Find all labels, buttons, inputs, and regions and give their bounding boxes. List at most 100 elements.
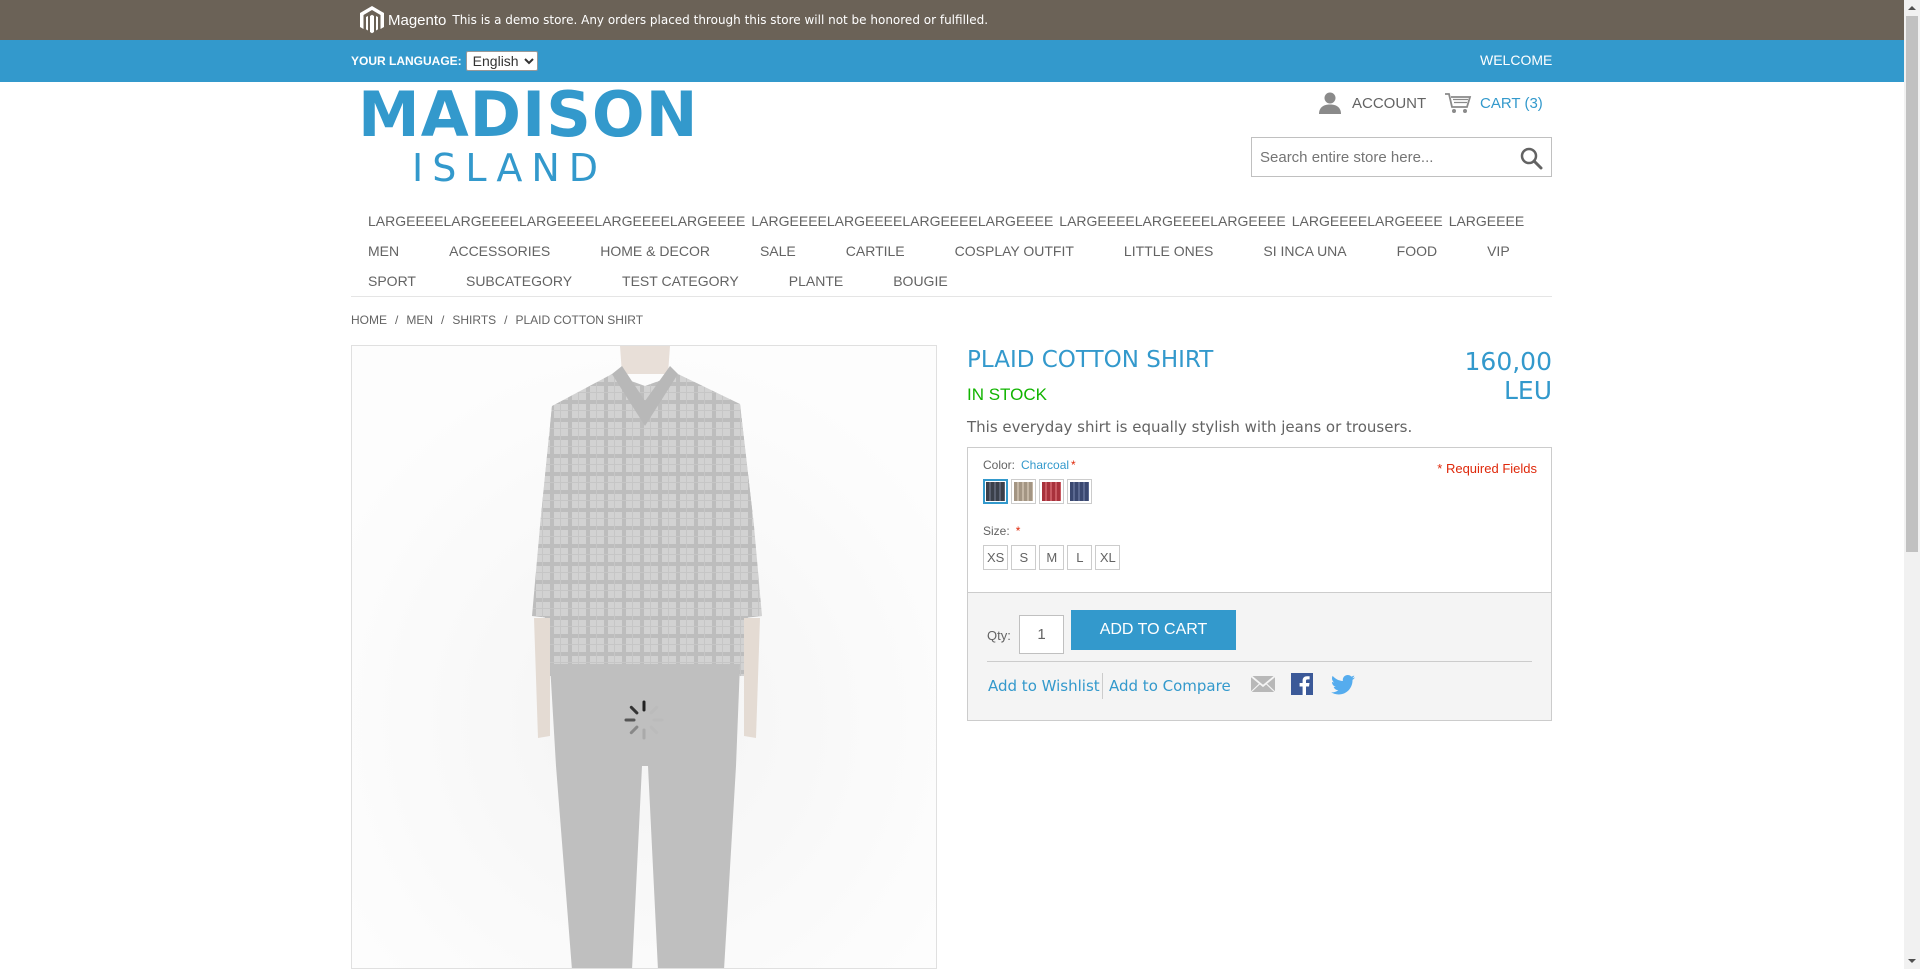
swatch-blue[interactable] [1067, 479, 1092, 504]
cart-link[interactable]: CART (3) [1444, 92, 1543, 114]
logo-line-2: ISLAND [412, 146, 608, 190]
nav-item-accessories[interactable]: ACCESSORIES [449, 243, 550, 259]
nav-item-largeeee-2[interactable]: LARGEEEELARGEEEELARGEEEELARGEEEE [751, 213, 1053, 229]
add-to-cart-button[interactable]: ADD TO CART [1071, 610, 1236, 650]
size-l[interactable]: L [1067, 545, 1093, 570]
short-description: This everyday shirt is equally stylish w… [967, 418, 1413, 436]
color-label: Color: [983, 458, 1016, 472]
breadcrumb-home[interactable]: HOME [351, 313, 387, 327]
swatch-red[interactable] [1039, 479, 1064, 504]
nav-item-food[interactable]: FOOD [1397, 243, 1437, 259]
nav-item-largeeee-1[interactable]: LARGEEEELARGEEEELARGEEEELARGEEEELARGEEEE [368, 213, 745, 229]
loading-spinner-icon [624, 700, 664, 740]
breadcrumb-shirts[interactable]: SHIRTS [452, 313, 496, 327]
nav-row-2: MEN ACCESSORIES HOME & DECOR SALE CARTIL… [368, 236, 1552, 266]
nav-item-test-category[interactable]: TEST CATEGORY [622, 273, 739, 289]
size-xl[interactable]: XL [1095, 545, 1121, 570]
product-options: * Required Fields Color: Charcoal * Size: *… [967, 447, 1552, 721]
nav-item-si-inca-una[interactable]: SI INCA UNA [1263, 243, 1346, 259]
search-box [1251, 137, 1552, 177]
nav-item-cosplay-outfit[interactable]: COSPLAY OUTFIT [955, 243, 1074, 259]
breadcrumb: HOME / MEN / SHIRTS / PLAID COTTON SHIRT [351, 313, 643, 327]
nav-item-largeeee-4[interactable]: LARGEEEELARGEEEE [1292, 213, 1443, 229]
scroll-up-arrow-icon[interactable] [1904, 0, 1920, 16]
qty-label: Qty: [987, 628, 1011, 643]
magento-brand-text: Magento [388, 11, 447, 29]
twitter-icon[interactable] [1331, 675, 1355, 695]
swatch-charcoal[interactable] [983, 479, 1008, 504]
action-divider [987, 661, 1532, 662]
email-icon[interactable] [1250, 674, 1276, 694]
swatch-fill [1014, 482, 1033, 501]
swatch-fill [1070, 482, 1089, 501]
facebook-icon[interactable] [1291, 673, 1313, 695]
nav-item-little-ones[interactable]: LITTLE ONES [1124, 243, 1213, 259]
cart-icon [1445, 93, 1472, 113]
logo-line-1: MADISON [358, 78, 699, 151]
add-to-wishlist-link[interactable]: Add to Wishlist [988, 677, 1100, 695]
product-photo [352, 346, 936, 968]
product-image[interactable] [351, 345, 937, 969]
add-to-cart-box: Qty: ADD TO CART Add to Wishlist Add to … [968, 592, 1551, 720]
scrollbar-thumb[interactable] [1906, 16, 1918, 552]
add-to-compare-link[interactable]: Add to Compare [1109, 677, 1231, 695]
breadcrumb-current: PLAID COTTON SHIRT [515, 313, 644, 327]
account-label: ACCOUNT [1352, 94, 1427, 112]
main-navigation: LARGEEEELARGEEEELARGEEEELARGEEEELARGEEEE… [368, 206, 1552, 296]
swatch-fill [1042, 482, 1061, 501]
nav-item-men[interactable]: MEN [368, 243, 399, 259]
breadcrumb-separator: / [504, 313, 508, 327]
breadcrumb-separator: / [395, 313, 399, 327]
nav-item-sport[interactable]: SPORT [368, 273, 416, 289]
magento-logo: Magento [360, 6, 446, 34]
nav-item-sale[interactable]: SALE [760, 243, 796, 259]
size-label: Size: [983, 524, 1010, 538]
stock-status: IN STOCK [967, 385, 1047, 404]
account-link[interactable]: ACCOUNT [1318, 92, 1426, 114]
magento-logo-icon [360, 6, 384, 34]
search-input[interactable] [1252, 138, 1512, 176]
size-xs[interactable]: XS [983, 545, 1009, 570]
nav-item-vip[interactable]: VIP [1487, 243, 1510, 259]
product-price: 160,00 LEU [1464, 347, 1552, 405]
size-m[interactable]: M [1039, 545, 1065, 570]
size-option-label: Size: * [983, 524, 1020, 538]
required-fields-note: * Required Fields [1437, 461, 1537, 476]
qty-input[interactable] [1019, 615, 1064, 654]
product-name: PLAID COTTON SHIRT [967, 347, 1214, 373]
account-icon [1319, 92, 1341, 114]
scroll-down-arrow-icon[interactable] [1904, 953, 1920, 969]
nav-item-subcategory[interactable]: SUBCATEGORY [466, 273, 572, 289]
swatch-khaki[interactable] [1011, 479, 1036, 504]
search-icon[interactable] [1519, 146, 1543, 170]
cart-label: CART (3) [1480, 94, 1543, 112]
welcome-text: WELCOME [1480, 52, 1553, 68]
store-logo[interactable]: MADISON ISLAND [358, 78, 699, 190]
nav-item-largeeee-3[interactable]: LARGEEEELARGEEEELARGEEEE [1059, 213, 1285, 229]
size-options: XS S M L XL [983, 545, 1123, 570]
nav-row-3: SPORT SUBCATEGORY TEST CATEGORY PLANTE B… [368, 266, 1552, 296]
link-separator [1102, 673, 1103, 699]
color-swatches [983, 479, 1095, 504]
demo-notice-bar: Magento This is a demo store. Any orders… [0, 0, 1904, 40]
swatch-fill [986, 482, 1005, 501]
nav-item-bougie[interactable]: BOUGIE [893, 273, 947, 289]
nav-item-plante[interactable]: PLANTE [789, 273, 843, 289]
color-option-label: Color: Charcoal * [983, 458, 1076, 472]
size-s[interactable]: S [1011, 545, 1037, 570]
nav-item-cartile[interactable]: CARTILE [846, 243, 905, 259]
selected-color-value: Charcoal [1021, 458, 1070, 472]
nav-divider [351, 296, 1552, 297]
breadcrumb-separator: / [441, 313, 445, 327]
language-select[interactable]: English [465, 51, 538, 71]
nav-item-largeeee-5[interactable]: LARGEEEE [1449, 213, 1524, 229]
language-label: YOUR LANGUAGE: [351, 54, 462, 68]
breadcrumb-men[interactable]: MEN [406, 313, 433, 327]
language-bar: YOUR LANGUAGE: English WELCOME [0, 40, 1904, 82]
required-star: * [1071, 458, 1076, 472]
required-star: * [1015, 524, 1021, 538]
demo-notice-text: This is a demo store. Any orders placed … [452, 13, 989, 27]
page-scrollbar[interactable] [1904, 0, 1920, 969]
nav-item-home-decor[interactable]: HOME & DECOR [600, 243, 710, 259]
nav-row-1: LARGEEEELARGEEEELARGEEEELARGEEEELARGEEEE… [368, 206, 1552, 236]
